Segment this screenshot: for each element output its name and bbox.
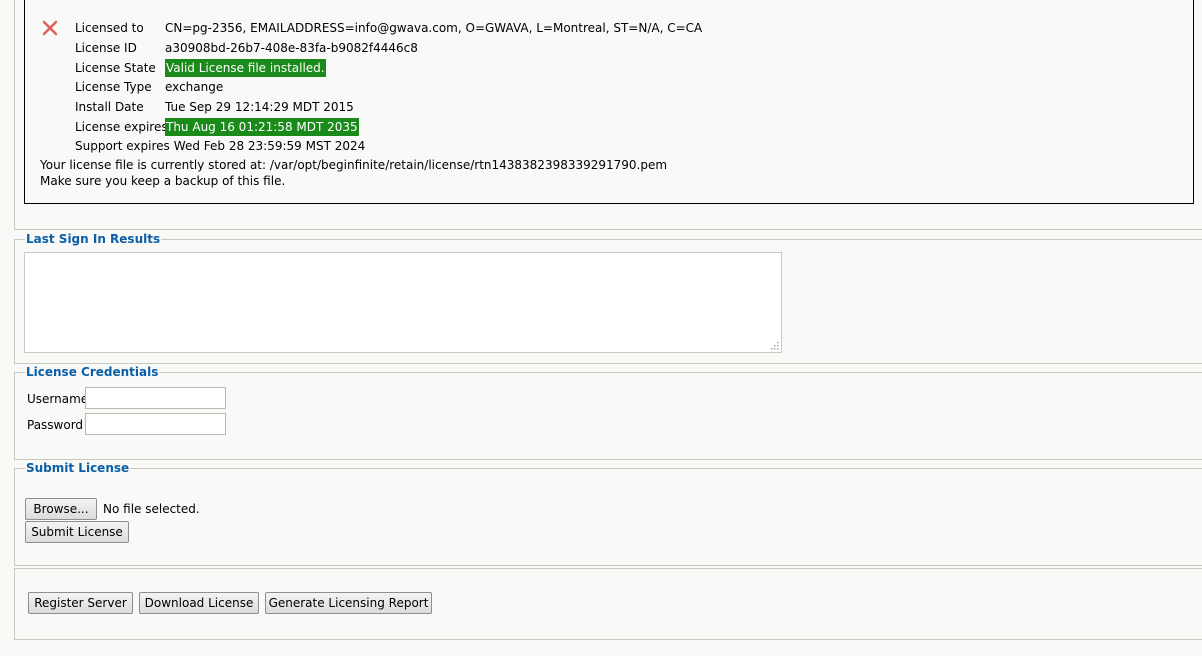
license-row-state: License State Valid License file installe… [75, 59, 326, 77]
license-state-badge: Valid License file installed. [165, 59, 326, 77]
register-server-button[interactable]: Register Server [28, 592, 133, 614]
submit-license-fieldset: Submit License [14, 461, 1202, 566]
close-icon [42, 20, 58, 36]
license-label: License Type [75, 80, 152, 94]
credentials-legend: License Credentials [25, 365, 160, 379]
license-row-install-date: Install Date Tue Sep 29 12:14:29 MDT 2015 [75, 98, 354, 116]
license-info-panel: Licensed to CN=pg-2356, EMAILADDRESS=info… [24, 0, 1194, 204]
submit-license-legend: Submit License [25, 461, 131, 475]
license-row-expires: License expiresThu Aug 16 01:21:58 MDT 2… [75, 118, 359, 136]
password-input[interactable] [85, 413, 226, 435]
username-label: Username [27, 392, 89, 406]
username-input[interactable] [85, 387, 226, 409]
license-stored-note: Your license file is currently stored at… [40, 158, 668, 172]
download-license-button[interactable]: Download License [139, 592, 259, 614]
sign-in-results-textarea[interactable] [24, 252, 782, 353]
license-value: CN=pg-2356, EMAILADDRESS=info@gwava.com,… [165, 21, 703, 35]
license-row-type: License Type exchange [75, 78, 223, 96]
license-label: License State [75, 61, 156, 75]
license-value: Tue Sep 29 12:14:29 MDT 2015 [165, 100, 354, 114]
submit-license-button[interactable]: Submit License [25, 521, 129, 543]
file-status-text: No file selected. [103, 502, 200, 516]
resize-grip-icon[interactable] [771, 342, 779, 350]
license-label: License ID [75, 41, 137, 55]
generate-report-button[interactable]: Generate Licensing Report [265, 592, 432, 614]
browse-button[interactable]: Browse... [25, 498, 97, 520]
license-value: exchange [165, 80, 224, 94]
license-backup-note: Make sure you keep a backup of this file… [40, 174, 286, 188]
password-label: Password [27, 418, 84, 432]
license-label: Support expires [75, 139, 170, 153]
license-value: a30908bd-26b7-408e-83fa-b9082f4446c8 [165, 41, 418, 55]
license-label: Licensed to [75, 21, 144, 35]
license-row-support-expires: Support expires Wed Feb 28 23:59:59 MST 2… [75, 137, 365, 155]
license-label: License expires [75, 120, 168, 134]
license-row-licensed-to: Licensed to CN=pg-2356, EMAILADDRESS=info… [75, 19, 702, 37]
license-row-id: License ID a30908bd-26b7-408e-83fa-b9082f… [75, 39, 418, 57]
last-sign-in-legend: Last Sign In Results [25, 232, 162, 246]
license-label: Install Date [75, 100, 144, 114]
license-expires-badge: Thu Aug 16 01:21:58 MDT 2035 [165, 118, 359, 136]
license-value: Wed Feb 28 23:59:59 MST 2024 [173, 139, 366, 153]
